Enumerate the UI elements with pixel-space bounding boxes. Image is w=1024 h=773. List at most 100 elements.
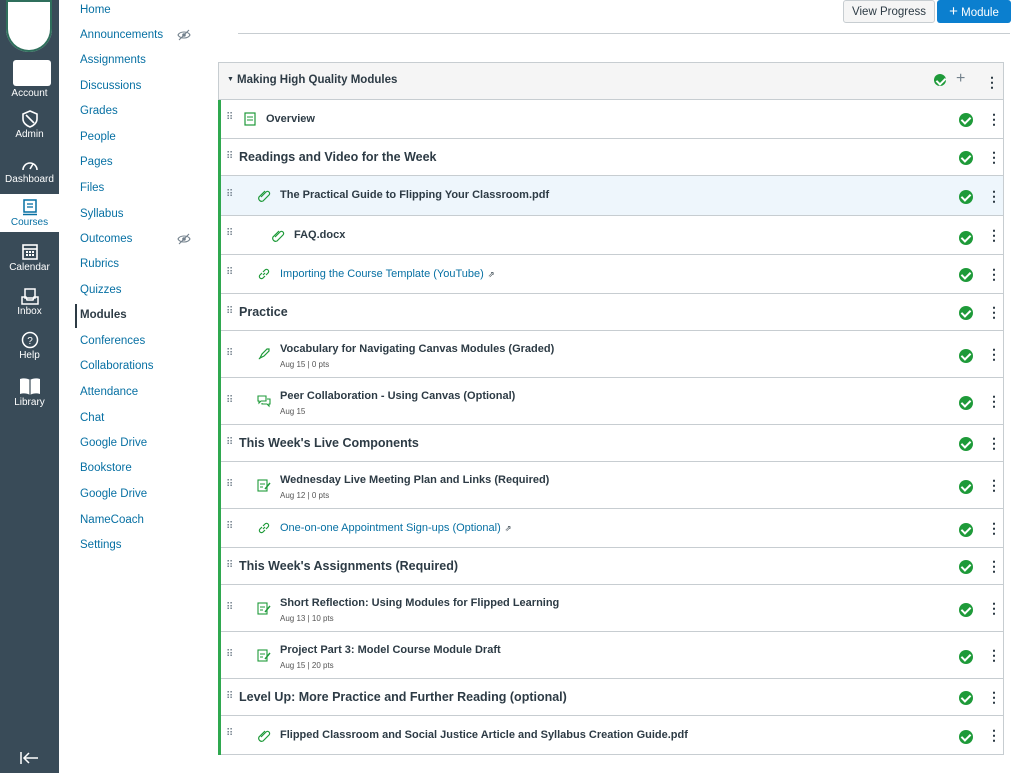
item-options-kebab-icon[interactable]: ⋮ <box>987 305 1001 319</box>
item-title[interactable]: FAQ.docx <box>294 229 345 241</box>
course-nav-attendance[interactable]: Attendance <box>80 385 138 399</box>
module-item-assignment[interactable]: ⠿ Project Part 3: Model Course Module Dr… <box>221 632 1003 679</box>
global-nav-inbox[interactable]: Inbox <box>0 288 59 317</box>
course-nav-assignments[interactable]: Assignments <box>80 53 146 67</box>
course-nav-discussions[interactable]: Discussions <box>80 79 141 93</box>
item-title[interactable]: Project Part 3: Model Course Module Draf… <box>280 644 501 656</box>
drag-handle-icon[interactable]: ⠿ <box>226 268 233 278</box>
add-module-button[interactable]: + Module <box>937 0 1011 23</box>
module-item-discussion[interactable]: ⠿ Peer Collaboration - Using Canvas (Opt… <box>221 378 1003 425</box>
item-link-text[interactable]: Importing the Course Template (YouTube) <box>280 268 484 280</box>
course-nav-google-drive[interactable]: Google Drive <box>80 436 147 450</box>
module-item-assignment[interactable]: ⠿ Short Reflection: Using Modules for Fl… <box>221 585 1003 632</box>
course-nav-grades[interactable]: Grades <box>80 104 118 118</box>
global-nav-calendar[interactable]: Calendar <box>0 243 59 273</box>
item-options-kebab-icon[interactable]: ⋮ <box>987 478 1001 492</box>
item-options-kebab-icon[interactable]: ⋮ <box>987 228 1001 242</box>
drag-handle-icon[interactable]: ⠿ <box>226 190 233 200</box>
item-link-text[interactable]: One-on-one Appointment Sign-ups (Optiona… <box>280 522 501 534</box>
course-nav-pages[interactable]: Pages <box>80 155 113 169</box>
drag-handle-icon[interactable]: ⠿ <box>226 229 233 239</box>
item-options-kebab-icon[interactable]: ⋮ <box>987 267 1001 281</box>
module-item-page[interactable]: ⠿ Overview ⋮ <box>221 100 1003 139</box>
module-item-file[interactable]: ⠿ The Practical Guide to Flipping Your C… <box>221 176 1003 216</box>
course-nav-announcements[interactable]: Announcements <box>80 28 163 42</box>
institution-logo[interactable] <box>6 0 52 54</box>
module-header[interactable]: ▼ Making High Quality Modules + ⋮ <box>218 62 1004 100</box>
global-nav-account[interactable]: Account <box>0 88 59 99</box>
drag-handle-icon[interactable]: ⠿ <box>226 692 233 702</box>
item-title[interactable]: Peer Collaboration - Using Canvas (Optio… <box>280 390 515 402</box>
module-item-external-link[interactable]: ⠿ One-on-one Appointment Sign-ups (Optio… <box>221 509 1003 548</box>
course-nav-outcomes[interactable]: Outcomes <box>80 232 132 246</box>
collapse-arrow-icon[interactable] <box>19 749 39 770</box>
module-item-assignment[interactable]: ⠿ Wednesday Live Meeting Plan and Links … <box>221 462 1003 509</box>
drag-handle-icon[interactable]: ⠿ <box>226 438 233 448</box>
item-options-kebab-icon[interactable]: ⋮ <box>987 559 1001 573</box>
course-nav-people[interactable]: People <box>80 130 116 144</box>
course-nav-settings[interactable]: Settings <box>80 538 122 552</box>
global-nav-dashboard[interactable]: Dashboard <box>0 157 59 185</box>
item-options-kebab-icon[interactable]: ⋮ <box>987 690 1001 704</box>
item-title[interactable]: Wednesday Live Meeting Plan and Links (R… <box>280 474 549 486</box>
account-avatar[interactable] <box>13 60 51 86</box>
module-item-file[interactable]: ⠿ Flipped Classroom and Social Justice A… <box>221 716 1003 755</box>
global-nav-courses[interactable]: Courses <box>0 194 59 232</box>
module-subheader[interactable]: ⠿ Practice ⋮ <box>221 294 1003 331</box>
item-options-kebab-icon[interactable]: ⋮ <box>987 347 1001 361</box>
course-nav-namecoach[interactable]: NameCoach <box>80 513 144 527</box>
module-options-kebab-icon[interactable]: ⋮ <box>985 75 999 89</box>
drag-handle-icon[interactable]: ⠿ <box>226 729 233 739</box>
view-progress-button[interactable]: View Progress <box>843 0 935 23</box>
course-nav-rubrics[interactable]: Rubrics <box>80 257 119 271</box>
drag-handle-icon[interactable]: ⠿ <box>226 113 233 123</box>
item-title-link[interactable]: Importing the Course Template (YouTube) ⇗ <box>280 268 495 280</box>
course-nav-quizzes[interactable]: Quizzes <box>80 283 122 297</box>
drag-handle-icon[interactable]: ⠿ <box>226 307 233 317</box>
global-nav-admin[interactable]: Admin <box>0 110 59 140</box>
global-nav-help[interactable]: ? Help <box>0 331 59 361</box>
item-title[interactable]: Vocabulary for Navigating Canvas Modules… <box>280 343 554 355</box>
item-options-kebab-icon[interactable]: ⋮ <box>987 648 1001 662</box>
drag-handle-icon[interactable]: ⠿ <box>226 396 233 406</box>
item-options-kebab-icon[interactable]: ⋮ <box>987 521 1001 535</box>
drag-handle-icon[interactable]: ⠿ <box>226 603 233 613</box>
course-nav-home[interactable]: Home <box>80 3 111 17</box>
item-options-kebab-icon[interactable]: ⋮ <box>987 601 1001 615</box>
drag-handle-icon[interactable]: ⠿ <box>226 561 233 571</box>
drag-handle-icon[interactable]: ⠿ <box>226 349 233 359</box>
course-nav-bookstore[interactable]: Bookstore <box>80 461 132 475</box>
item-options-kebab-icon[interactable]: ⋮ <box>987 150 1001 164</box>
drag-handle-icon[interactable]: ⠿ <box>226 650 233 660</box>
add-item-plus-icon[interactable]: + <box>956 70 965 88</box>
course-nav-chat[interactable]: Chat <box>80 411 104 425</box>
course-nav-syllabus[interactable]: Syllabus <box>80 207 123 221</box>
item-options-kebab-icon[interactable]: ⋮ <box>987 436 1001 450</box>
course-nav-collaborations[interactable]: Collaborations <box>80 359 154 373</box>
item-title[interactable]: Short Reflection: Using Modules for Flip… <box>280 597 559 609</box>
drag-handle-icon[interactable]: ⠿ <box>226 522 233 532</box>
item-title-link[interactable]: One-on-one Appointment Sign-ups (Optiona… <box>280 522 511 534</box>
course-nav-conferences[interactable]: Conferences <box>80 334 145 348</box>
drag-handle-icon[interactable]: ⠿ <box>226 152 233 162</box>
module-subheader[interactable]: ⠿ Level Up: More Practice and Further Re… <box>221 679 1003 716</box>
item-title[interactable]: The Practical Guide to Flipping Your Cla… <box>280 189 549 201</box>
item-options-kebab-icon[interactable]: ⋮ <box>987 189 1001 203</box>
module-item-external-link[interactable]: ⠿ Importing the Course Template (YouTube… <box>221 255 1003 294</box>
global-nav-library[interactable]: Library <box>0 376 59 408</box>
module-subheader[interactable]: ⠿ Readings and Video for the Week ⋮ <box>221 139 1003 176</box>
item-options-kebab-icon[interactable]: ⋮ <box>987 394 1001 408</box>
item-title[interactable]: Flipped Classroom and Social Justice Art… <box>280 729 688 741</box>
module-item-file[interactable]: ⠿ FAQ.docx ⋮ <box>221 216 1003 255</box>
course-nav-modules[interactable]: Modules <box>80 308 127 322</box>
item-title[interactable]: Overview <box>266 113 315 125</box>
course-nav-files[interactable]: Files <box>80 181 104 195</box>
collapse-caret-icon[interactable]: ▼ <box>227 76 234 83</box>
item-options-kebab-icon[interactable]: ⋮ <box>987 112 1001 126</box>
item-options-kebab-icon[interactable]: ⋮ <box>987 728 1001 742</box>
drag-handle-icon[interactable]: ⠿ <box>226 480 233 490</box>
module-subheader[interactable]: ⠿ This Week's Live Components ⋮ <box>221 425 1003 462</box>
course-nav-google-drive-2[interactable]: Google Drive <box>80 487 147 501</box>
module-item-quiz[interactable]: ⠿ Vocabulary for Navigating Canvas Modul… <box>221 331 1003 378</box>
module-subheader[interactable]: ⠿ This Week's Assignments (Required) ⋮ <box>221 548 1003 585</box>
